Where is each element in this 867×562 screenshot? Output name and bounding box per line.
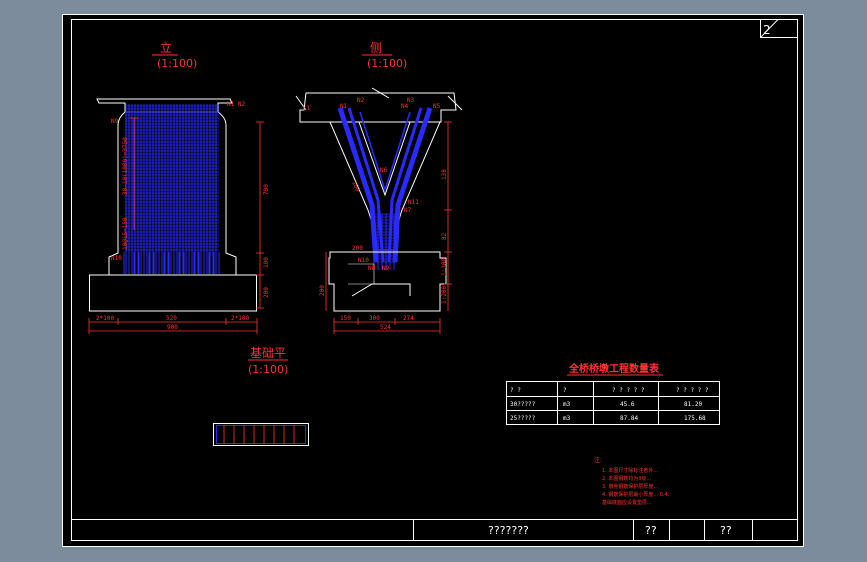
label-k1: K1 (303, 105, 311, 112)
table-cell: m3 (563, 415, 571, 422)
label-rebar-spacing: 38-10(1000)=3750 (122, 137, 129, 195)
side-title: 侧 (370, 41, 382, 55)
label-n6: N6 (380, 167, 388, 174)
note-line: 2. 本图钢筋均为II级... (602, 475, 651, 482)
dim-center: 520 (166, 315, 177, 322)
label-n2: N2 (357, 97, 365, 104)
table-cell: 25????? (510, 415, 536, 422)
dim-150: 150 (340, 315, 351, 322)
table-header-cell: ? ? ? ? ? (676, 387, 709, 394)
dim-300: 300 (369, 315, 380, 322)
dim-footing: 200 (263, 287, 270, 298)
title-cell-a: ?? (645, 524, 657, 537)
elevation-scale: (1:100) (157, 57, 197, 70)
paper-area (62, 14, 804, 547)
dim-side-200a: 200 (319, 285, 326, 296)
dim-side-100: 1:100 (441, 258, 448, 276)
dim-mid: 100 (263, 257, 270, 268)
note-line: 3. 墩身钢筋保护层厚度... (602, 483, 659, 490)
table-header-cell: ? ? ? ? ? (612, 387, 645, 394)
dim-138: 138 (441, 169, 448, 180)
dim-total: 900 (167, 324, 178, 331)
dim-right: 2*100 (231, 315, 249, 322)
drawing-name: ??????? (488, 524, 529, 537)
label-n9: N9 (111, 118, 119, 125)
table-cell: 81.20 (684, 401, 702, 408)
table-cell: 175.68 (684, 415, 706, 422)
table-cell: 30????? (510, 401, 536, 408)
label-side-n10: N10 (358, 257, 369, 264)
label-n8: N8 (368, 265, 376, 272)
label-side-n9: N9 (382, 265, 390, 272)
side-scale: (1:100) (367, 57, 407, 70)
drawing-sheet: 2 ??????? ?? ?? 立 (1:100) N1 N2 N9 N10 3… (62, 14, 804, 547)
label-bottom-spacing: 10@15=150 (122, 217, 129, 250)
label-n1: N1 (340, 103, 348, 110)
dim-82: 82 (441, 232, 448, 240)
table-header-cell: ? (563, 387, 567, 394)
label-n5: N5 (433, 103, 441, 110)
label-n11: N11 (408, 199, 419, 206)
dim-side-200b: 1:200 (441, 286, 448, 304)
title-cell-b: ?? (720, 524, 732, 537)
dim-274: 274 (403, 315, 414, 322)
note-line: 1. 本图尺寸除标注者外... (602, 467, 659, 474)
table-cell: 87.84 (620, 415, 638, 422)
label-n7: N7 (404, 207, 412, 214)
elevation-title: 立 (160, 40, 172, 55)
dim-left: 2*100 (96, 315, 114, 322)
dim-height: 700 (263, 184, 270, 195)
notes-heading: 注: (594, 456, 602, 464)
note-line: 基础底面应设置垫层... (602, 499, 652, 506)
label-n4: N4 (401, 103, 409, 110)
foundation-scale: (1:100) (248, 363, 288, 376)
quantity-table-title: 全桥桥墩工程数量表 (568, 362, 660, 375)
label-n1n2: N1 N2 (227, 101, 245, 108)
table-cell: m3 (563, 401, 571, 408)
table-header-cell: ? ? (510, 387, 521, 394)
note-line: 4. 钢筋保护层最小厚度... 0.4; (602, 491, 670, 498)
dim-524: 524 (380, 324, 391, 331)
foundation-title: 基础平 (250, 346, 286, 360)
sheet-number: 2 (763, 23, 771, 37)
table-cell: 45.6 (620, 401, 635, 408)
label-n10: N10 (111, 255, 122, 262)
dim-side-200c: 200 (352, 245, 363, 252)
